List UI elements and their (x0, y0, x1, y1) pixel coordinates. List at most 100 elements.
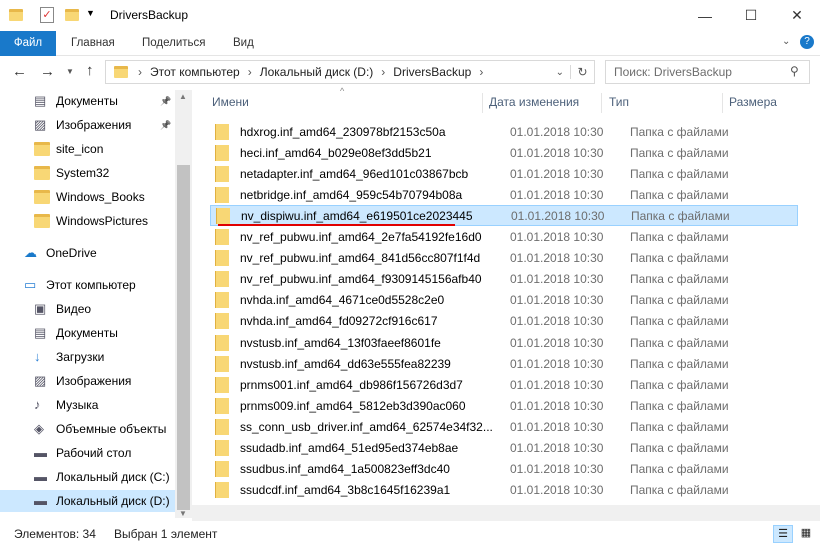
close-button[interactable]: ✕ (774, 0, 820, 31)
file-row[interactable]: ss_conn_usb_driver.inf_amd64_62574e34f32… (210, 416, 798, 437)
properties-icon[interactable]: ✓ (40, 7, 54, 23)
sidebar-item-label: WindowsPictures (56, 214, 149, 228)
sort-ascending-icon: ^ (340, 86, 345, 96)
column-header-size[interactable]: Размера (729, 90, 777, 115)
refresh-icon[interactable]: ↻ (570, 65, 594, 79)
sidebar-item-label: System32 (56, 166, 110, 180)
file-date: 01.01.2018 10:30 (510, 145, 604, 160)
file-row[interactable]: heci.inf_amd64_b029e08ef3dd5b21 01.01.201… (210, 142, 798, 163)
file-row[interactable]: netadapter.inf_amd64_96ed101c03867bcb 01.… (210, 163, 798, 184)
sidebar-item[interactable]: WindowsPictures (0, 210, 175, 232)
file-date: 01.01.2018 10:30 (510, 187, 604, 202)
minimize-button[interactable]: — (682, 0, 728, 31)
video-icon: ▣ (34, 301, 47, 316)
sidebar-item[interactable]: System32 (0, 162, 175, 184)
back-button[interactable]: ← (12, 63, 27, 80)
scroll-down-icon[interactable]: ▼ (179, 509, 187, 518)
folder-icon (215, 461, 229, 478)
file-row[interactable]: nv_ref_pubwu.inf_amd64_2e7fa54192fe16d0 0… (210, 227, 798, 248)
sidebar-item[interactable]: ▨ Изображения 📌 (0, 114, 175, 136)
forward-button[interactable]: → (40, 63, 55, 80)
folder-icon (215, 123, 229, 140)
sidebar-item[interactable]: ▤ Документы 📌 (0, 90, 175, 112)
folder-icon (216, 207, 230, 224)
file-row[interactable]: ssudcdf.inf_amd64_3b8c1645f16239a1 01.01.… (210, 480, 798, 501)
file-date: 01.01.2018 10:30 (510, 377, 604, 392)
file-row[interactable]: hdxrog.inf_amd64_230978bf2153c50a 01.01.2… (210, 121, 798, 142)
up-button[interactable]: ↑ (86, 62, 94, 79)
large-icons-view-button[interactable]: ▦ (797, 525, 815, 543)
column-divider[interactable] (601, 93, 602, 113)
breadcrumb-item[interactable]: DriversBackup (393, 65, 471, 79)
sidebar-scrollbar-thumb[interactable] (177, 165, 190, 510)
file-row[interactable]: netbridge.inf_amd64_959c54b70794b08a 01.0… (210, 184, 798, 205)
sidebar-item[interactable]: ▨ Изображения (0, 370, 175, 392)
sidebar-item[interactable]: ▬ Локальный диск (C:) (0, 466, 175, 488)
file-row[interactable]: nv_ref_pubwu.inf_amd64_841d56cc807f1f4d 0… (210, 248, 798, 269)
file-row[interactable]: ssudadb.inf_amd64_51ed95ed374eb8ae 01.01.… (210, 438, 798, 459)
pin-icon[interactable]: 📌 (160, 120, 171, 131)
sidebar-item-label: Документы (56, 94, 118, 108)
column-header-type[interactable]: Тип (609, 90, 629, 115)
breadcrumb-item[interactable]: Этот компьютер (150, 65, 240, 79)
folder-icon (215, 355, 229, 372)
file-row[interactable]: nvstusb.inf_amd64_dd63e555fea82239 01.01.… (210, 353, 798, 374)
help-icon[interactable]: ? (800, 35, 814, 49)
tab-share[interactable]: Поделиться (128, 31, 220, 56)
sidebar-item[interactable]: ▭ Этот компьютер (0, 274, 175, 296)
breadcrumb-item[interactable]: Локальный диск (D:) (260, 65, 374, 79)
file-name: netadapter.inf_amd64_96ed101c03867bcb (240, 166, 469, 181)
file-row[interactable]: nvhda.inf_amd64_4671ce0d5528c2e0 01.01.20… (210, 290, 798, 311)
file-type: Папка с файлами (630, 356, 729, 371)
file-row[interactable]: prnms001.inf_amd64_db986f156726d3d7 01.01… (210, 374, 798, 395)
file-row[interactable]: nvstusb.inf_amd64_13f03faeef8601fe 01.01.… (210, 332, 798, 353)
folder-icon (9, 9, 23, 21)
tab-home[interactable]: Главная (57, 31, 129, 56)
status-bar: Элементов: 34 Выбран 1 элемент ☰ ▦ (0, 522, 820, 546)
sidebar-item[interactable]: ▬ Локальный диск (D:) (0, 490, 175, 512)
file-date: 01.01.2018 10:30 (510, 272, 604, 287)
folder-icon (215, 418, 229, 435)
column-header-name[interactable]: Имени (212, 90, 249, 115)
sidebar-item[interactable]: ▤ Документы (0, 322, 175, 344)
file-name: nv_ref_pubwu.inf_amd64_f9309145156afb40 (240, 272, 482, 287)
selection-underline (218, 224, 455, 226)
recent-locations-icon[interactable]: ▼ (66, 67, 74, 76)
tab-file[interactable]: Файл (0, 31, 56, 56)
sidebar-item[interactable]: ▬ Рабочий стол (0, 442, 175, 464)
file-row[interactable]: nvhda.inf_amd64_fd09272cf916c617 01.01.20… (210, 311, 798, 332)
sidebar-item[interactable]: ↓ Загрузки (0, 346, 175, 368)
maximize-button[interactable]: ☐ (728, 0, 774, 31)
sidebar-item[interactable]: site_icon (0, 138, 175, 160)
folder-icon (215, 271, 229, 288)
tab-view[interactable]: Вид (219, 31, 268, 56)
column-header-date[interactable]: Дата изменения (489, 90, 579, 115)
folder-icon (215, 482, 229, 499)
sidebar-item[interactable]: ◈ Объемные объекты (0, 418, 175, 440)
file-type: Папка с файлами (630, 462, 729, 477)
address-dropdown-icon[interactable]: ⌄ (556, 67, 564, 78)
file-row[interactable]: nv_ref_pubwu.inf_amd64_f9309145156afb40 0… (210, 269, 798, 290)
new-folder-icon[interactable] (65, 9, 79, 21)
expand-ribbon-icon[interactable]: ⌄ (782, 36, 790, 47)
folder-icon (215, 186, 229, 203)
column-divider[interactable] (482, 93, 483, 113)
file-row[interactable]: ssudbus.inf_amd64_1a500823eff3dc40 01.01.… (210, 459, 798, 480)
customize-toolbar-icon[interactable]: ▼ (86, 8, 95, 18)
file-row[interactable]: prnms009.inf_amd64_5812eb3d390ac060 01.01… (210, 395, 798, 416)
scroll-up-icon[interactable]: ▲ (179, 92, 187, 101)
details-view-button[interactable]: ☰ (773, 525, 793, 543)
file-name: nvstusb.inf_amd64_13f03faeef8601fe (240, 335, 441, 350)
address-bar[interactable]: › Этот компьютер › Локальный диск (D:) ›… (105, 60, 595, 84)
sidebar-item[interactable]: ♪ Музыка (0, 394, 175, 416)
window-title: DriversBackup (110, 8, 189, 22)
sidebar-item[interactable]: ▣ Видео (0, 298, 175, 320)
sidebar-item[interactable]: Windows_Books (0, 186, 175, 208)
file-list-horizontal-scrollbar[interactable] (192, 505, 820, 521)
sidebar-item[interactable]: ☁ OneDrive (0, 242, 175, 264)
file-type: Папка с файлами (630, 272, 729, 287)
column-divider[interactable] (722, 93, 723, 113)
search-input[interactable]: Поиск: DriversBackup (605, 60, 810, 84)
file-type: Папка с файлами (630, 293, 729, 308)
pin-icon[interactable]: 📌 (160, 96, 171, 107)
